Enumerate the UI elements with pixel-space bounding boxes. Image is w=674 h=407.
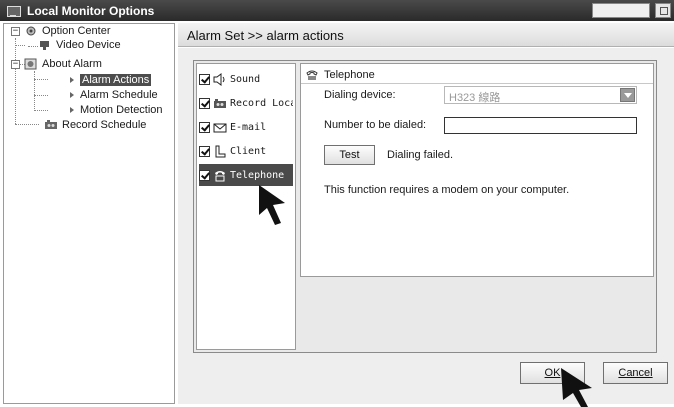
window-title: Local Monitor Options — [27, 3, 155, 18]
bullet-icon — [70, 92, 74, 99]
panel-divider — [301, 83, 653, 84]
action-item-client[interactable]: Client — [199, 140, 293, 162]
tree-item-record-schedule[interactable]: Record Schedule — [44, 118, 146, 133]
recorder-icon — [44, 119, 58, 131]
dialing-device-select[interactable]: H323 線路 — [444, 86, 637, 104]
tree-item-option-center[interactable]: Option Center — [24, 24, 110, 39]
maximize-button[interactable] — [655, 3, 671, 18]
title-bar-field — [592, 3, 650, 18]
client-icon — [213, 145, 227, 158]
dialing-device-value: H323 線路 — [449, 92, 501, 104]
tree-item-motion-detection[interactable]: Motion Detection — [70, 103, 163, 118]
dialing-status: Dialing failed. — [387, 149, 454, 161]
dialing-device-label: Dialing device: — [324, 89, 396, 101]
gear-icon — [24, 25, 38, 37]
envelope-icon — [213, 121, 227, 134]
bullet-icon — [70, 107, 74, 114]
telephone-icon — [213, 169, 227, 182]
telephone-icon — [306, 70, 318, 80]
alarm-icon — [24, 58, 38, 70]
breadcrumb: Alarm Set >> alarm actions — [187, 28, 344, 43]
camera-icon — [38, 39, 52, 51]
modem-note: This function requires a modem on your c… — [324, 184, 570, 196]
bullet-icon — [70, 77, 74, 84]
sound-checkbox[interactable] — [199, 73, 210, 85]
number-to-dial-input[interactable] — [444, 117, 637, 134]
monitor-icon — [6, 4, 21, 18]
test-button[interactable]: Test — [324, 145, 375, 165]
speaker-icon — [213, 72, 227, 86]
number-label: Number to be dialed: — [324, 119, 427, 131]
action-item-sound[interactable]: Sound — [199, 68, 293, 90]
action-item-email[interactable]: E-mail — [199, 116, 293, 138]
title-bar: Local Monitor Options — [0, 0, 674, 21]
recorder-icon — [213, 97, 227, 110]
mouse-pointer-icon — [561, 368, 592, 407]
action-item-record[interactable]: Record Loca — [199, 92, 293, 114]
section-header: Alarm Set >> alarm actions — [178, 23, 674, 47]
mouse-pointer-icon — [259, 185, 285, 225]
panel-title: Telephone — [305, 67, 375, 83]
tree-item-alarm-actions[interactable]: Alarm Actions — [70, 73, 152, 88]
chevron-down-icon[interactable] — [620, 88, 635, 102]
telephone-checkbox[interactable] — [199, 169, 210, 181]
tree-item-about-alarm[interactable]: About Alarm — [24, 57, 102, 72]
tree-item-video-device[interactable]: Video Device — [38, 38, 121, 53]
tree-item-alarm-schedule[interactable]: Alarm Schedule — [70, 88, 158, 103]
tree-root-expander[interactable]: − — [11, 27, 20, 36]
client-checkbox[interactable] — [199, 145, 210, 157]
record-checkbox[interactable] — [199, 97, 210, 109]
cancel-button[interactable]: Cancel — [603, 362, 668, 384]
email-checkbox[interactable] — [199, 121, 210, 133]
telephone-panel: Telephone Dialing device: H323 線路 Number… — [300, 63, 654, 277]
options-tree: − Option Center Video Device − About Ala… — [3, 23, 175, 404]
tree-alarm-expander[interactable]: − — [11, 60, 20, 69]
